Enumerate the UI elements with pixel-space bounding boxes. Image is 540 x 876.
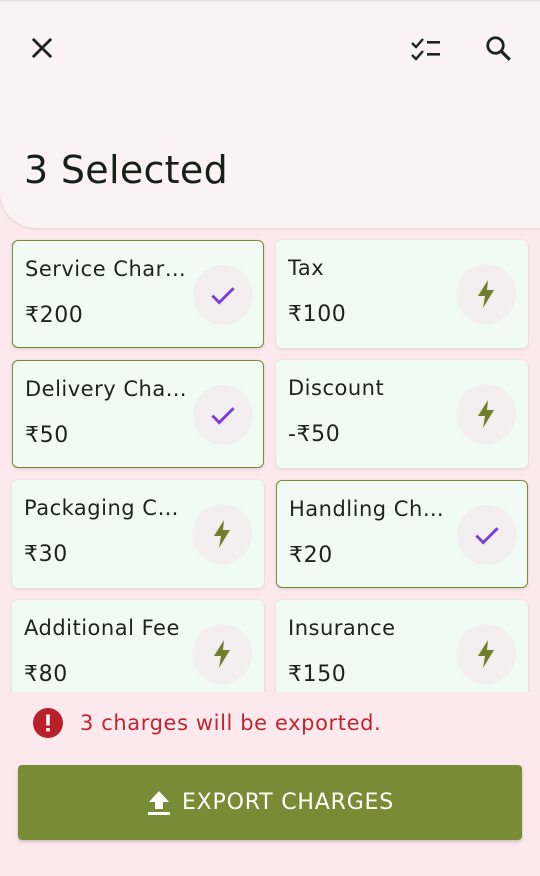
charge-price: ₹50: [25, 423, 69, 448]
charge-card[interactable]: Insurance ₹150: [276, 600, 528, 692]
charge-toggle-button[interactable]: [192, 624, 252, 684]
charge-name: Delivery Cha…: [25, 377, 185, 401]
charge-toggle-button[interactable]: [456, 384, 516, 444]
charge-card[interactable]: Delivery Cha… ₹50: [12, 360, 264, 468]
check-icon: [211, 407, 235, 425]
charge-card[interactable]: Tax ₹100: [276, 240, 528, 348]
charge-card[interactable]: Handling Ch… ₹20: [276, 480, 528, 588]
error-info-icon: [33, 708, 63, 738]
status-message: 3 charges will be exported.: [80, 711, 382, 735]
charge-toggle-button[interactable]: [192, 504, 252, 564]
charge-price: ₹20: [289, 543, 333, 568]
check-icon: [211, 287, 235, 305]
charge-card[interactable]: Service Char… ₹200: [12, 240, 264, 348]
charge-price: ₹80: [24, 662, 68, 687]
charge-price: ₹30: [24, 542, 68, 567]
charge-name: Service Char…: [25, 257, 185, 281]
charge-name: Insurance: [288, 616, 396, 640]
charge-card[interactable]: Additional Fee ₹80: [12, 600, 264, 692]
top-app-bar: 3 Selected: [0, 0, 540, 228]
bolt-icon: [478, 400, 494, 428]
select-all-button[interactable]: [402, 24, 450, 72]
charge-price: -₹50: [288, 422, 341, 447]
charge-name: Tax: [288, 256, 325, 280]
search-button[interactable]: [474, 24, 522, 72]
charge-toggle-button[interactable]: [456, 624, 516, 684]
page-title: 3 Selected: [24, 148, 228, 192]
charge-card[interactable]: Discount -₹50: [276, 360, 528, 468]
charge-toggle-button[interactable]: [193, 265, 253, 325]
charge-toggle-button[interactable]: [457, 505, 517, 565]
bolt-icon: [214, 640, 230, 668]
bolt-icon: [478, 640, 494, 668]
charge-name: Handling Ch…: [289, 497, 445, 521]
charges-grid[interactable]: Service Char… ₹200 Tax ₹100 Delivery Cha…: [0, 228, 540, 692]
charge-price: ₹200: [25, 303, 84, 328]
charge-price: ₹150: [288, 662, 347, 687]
check-icon: [475, 527, 499, 545]
export-button-label: EXPORT CHARGES: [181, 790, 395, 815]
search-icon: [486, 36, 511, 61]
export-status: 3 charges will be exported.: [32, 707, 381, 739]
charge-toggle-button[interactable]: [193, 385, 253, 445]
charge-toggle-button[interactable]: [456, 264, 516, 324]
charge-price: ₹100: [288, 302, 347, 327]
upload-icon: [147, 790, 170, 815]
charge-name: Packaging C…: [24, 496, 179, 520]
charge-name: Additional Fee: [24, 616, 180, 640]
charge-card[interactable]: Packaging C… ₹30: [12, 480, 264, 588]
charge-name: Discount: [288, 376, 385, 400]
close-button[interactable]: [18, 24, 66, 72]
bolt-icon: [478, 280, 494, 308]
export-charges-button[interactable]: EXPORT CHARGES: [18, 765, 522, 840]
bolt-icon: [214, 520, 230, 548]
checklist-icon: [411, 38, 440, 61]
close-icon: [31, 37, 53, 59]
